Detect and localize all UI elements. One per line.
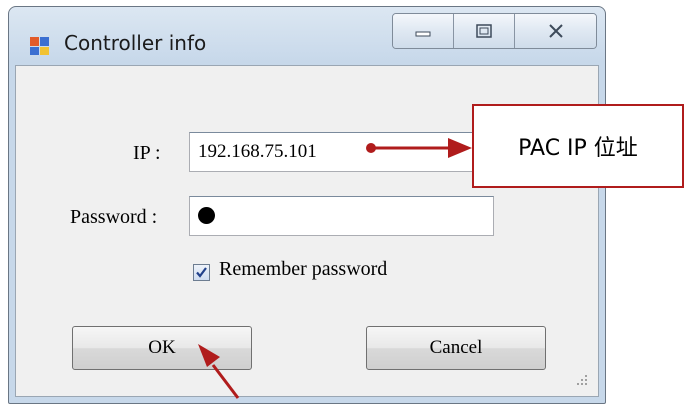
ok-pointer-arrow-line: [211, 364, 240, 399]
pac-ip-callout: PAC IP 位址: [472, 104, 684, 188]
callout-arrowhead-icon: [448, 138, 472, 158]
ok-pointer-arrowhead-icon: [198, 344, 220, 367]
annotation-overlay: [198, 138, 472, 399]
